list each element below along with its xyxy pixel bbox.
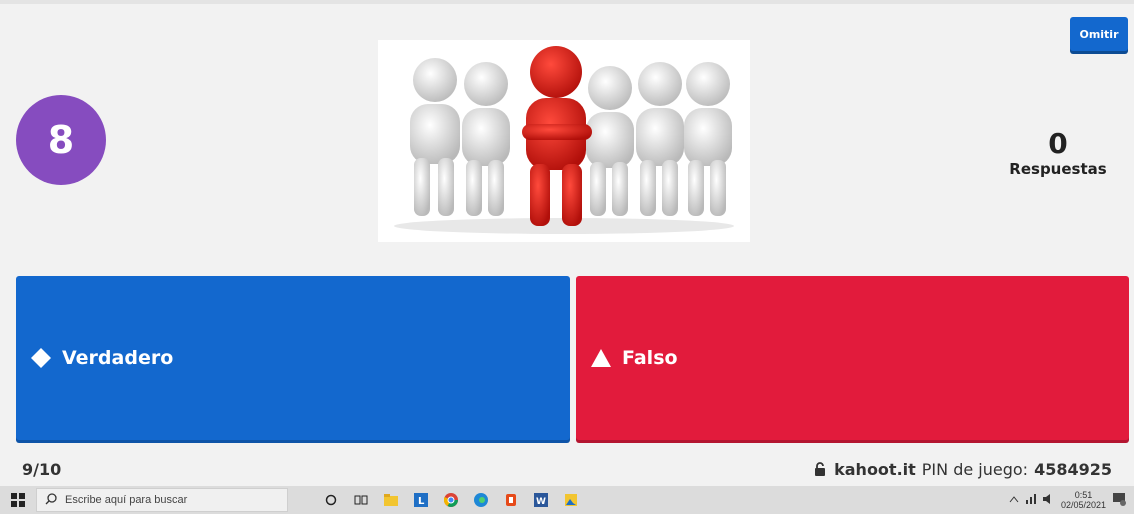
windows-start-icon[interactable] <box>0 486 36 514</box>
photos-icon[interactable] <box>564 493 578 507</box>
top-strip <box>0 0 1134 4</box>
answer-label: Verdadero <box>62 347 174 369</box>
app-l-icon[interactable]: L <box>414 493 428 507</box>
notifications-icon[interactable] <box>1112 492 1126 509</box>
answer-option-false[interactable]: Falso <box>576 276 1129 440</box>
skip-button[interactable]: Omitir <box>1070 17 1128 51</box>
lock-icon <box>814 462 826 476</box>
diamond-icon <box>28 345 54 371</box>
team-leader-figures-image <box>394 46 734 234</box>
countdown-timer: 8 <box>16 95 106 185</box>
search-icon <box>45 492 57 508</box>
svg-text:L: L <box>418 496 425 507</box>
cortana-icon[interactable] <box>324 493 338 507</box>
taskbar-clock[interactable]: 0:51 02/05/2021 <box>1061 490 1106 510</box>
game-footer: 9/10 kahoot.it PIN de juego: 4584925 <box>0 452 1134 486</box>
clock-time: 0:51 <box>1074 490 1093 500</box>
clock-date: 02/05/2021 <box>1060 500 1106 510</box>
answer-option-true[interactable]: Verdadero <box>16 276 570 440</box>
pin-label: PIN de juego: <box>921 459 1029 479</box>
network-icon[interactable] <box>1025 493 1037 507</box>
game-pin-info: kahoot.it PIN de juego: 4584925 <box>814 460 1112 479</box>
site-name: kahoot.it <box>834 459 916 479</box>
timer-value: 8 <box>47 118 75 162</box>
word-icon[interactable]: W <box>534 493 548 507</box>
answers-count-value: 0 <box>1048 127 1068 160</box>
windows-taskbar: Escribe aquí para buscar L W 0:51 02/05/… <box>0 486 1134 514</box>
triangle-icon <box>588 345 614 371</box>
svg-text:W: W <box>536 497 546 507</box>
chrome-icon[interactable] <box>444 493 458 507</box>
system-tray: 0:51 02/05/2021 <box>1009 490 1134 510</box>
edge-icon[interactable] <box>474 493 488 507</box>
question-image <box>378 40 750 242</box>
file-explorer-icon[interactable] <box>384 493 398 507</box>
answers-count-label: Respuestas <box>1009 160 1107 178</box>
taskbar-apps: L W <box>324 493 578 507</box>
question-progress: 9/10 <box>22 459 62 479</box>
chevron-up-icon[interactable] <box>1009 494 1019 506</box>
volume-icon[interactable] <box>1042 493 1055 507</box>
taskbar-search-input[interactable]: Escribe aquí para buscar <box>36 488 288 512</box>
task-view-icon[interactable] <box>354 493 368 507</box>
search-placeholder: Escribe aquí para buscar <box>65 494 188 506</box>
answers-counter: 0 Respuestas <box>988 127 1128 179</box>
office-icon[interactable] <box>504 493 518 507</box>
answer-label: Falso <box>622 347 678 369</box>
game-pin: 4584925 <box>1034 459 1112 479</box>
